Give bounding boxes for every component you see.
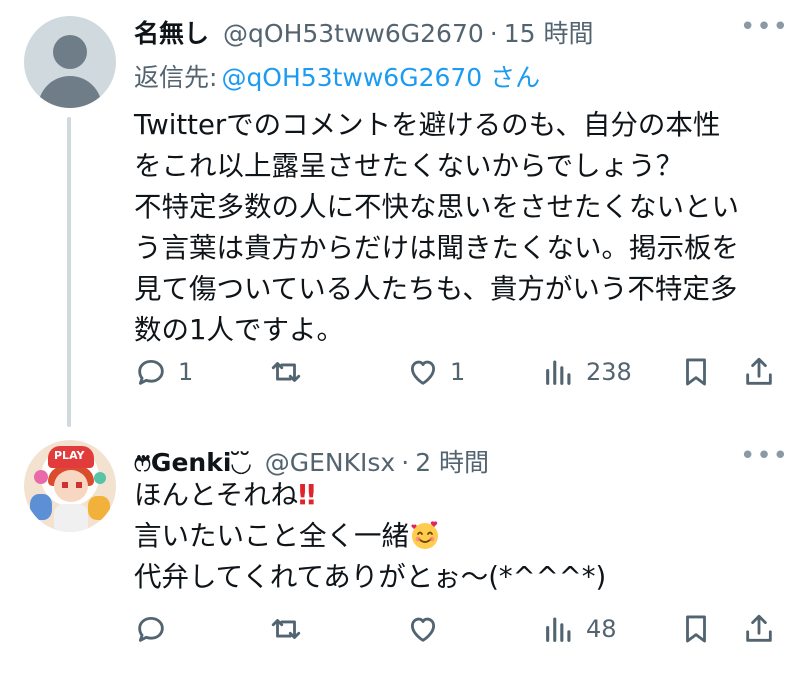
more-icon[interactable]: ••• [740, 12, 789, 42]
views-button[interactable]: 48 [542, 612, 617, 646]
bookmark-icon [686, 358, 706, 386]
reply-count: 1 [178, 358, 194, 386]
avatar-decoration [62, 482, 82, 488]
tweet-text-segment: ほんとそれね [134, 479, 299, 511]
post-time[interactable]: 15 時間 [504, 14, 594, 50]
tweet-2-actions: 48 [134, 612, 774, 652]
reply-button[interactable]: 1 [134, 355, 193, 389]
thread-connector-line [67, 117, 71, 427]
avatar-decoration [94, 472, 106, 484]
tweet-text-line: Twitterでのコメントを避けるのも、自分の本性 [134, 109, 721, 141]
author-handle[interactable]: @qOH53tww6G2670 [223, 19, 484, 48]
author-handle[interactable]: @GENKIsx [265, 448, 395, 477]
avatar-decoration [30, 494, 52, 520]
tweet-2-text: ほんとそれね‼ 言いたいこと全く一緒 代弁してくれてありがとぉ〜(*^^^*) [134, 475, 606, 598]
view-count: 48 [586, 615, 617, 643]
tweet-text-line: 代弁してくれてありがとぉ〜(*^^^*) [134, 561, 607, 593]
share-button[interactable] [742, 612, 776, 646]
double-exclamation-emoji: ‼ [298, 479, 315, 511]
avatar-decoration [88, 496, 110, 520]
tweet-text-line: ほんとそれね‼ [134, 475, 606, 516]
reply-button[interactable] [134, 612, 178, 646]
retweet-button[interactable] [269, 355, 313, 389]
retweet-button[interactable] [269, 612, 313, 646]
views-button[interactable]: 238 [542, 355, 632, 389]
default-avatar[interactable] [24, 16, 116, 108]
tweet-text-line: 言いたいこと全く一緒 [134, 516, 606, 557]
user-avatar[interactable]: PLAY [24, 440, 116, 532]
reply-icon [138, 359, 164, 385]
heart-icon [410, 617, 436, 642]
tweet-1-header: 名無し @qOH53tww6G2670 · 15 時間 [134, 14, 594, 50]
avatar-decoration [54, 504, 88, 532]
smiling-face-with-hearts-emoji [411, 521, 438, 549]
tweet-text-line: 不特定多数の人に不快な思いをさせたくないとい [134, 191, 739, 223]
reply-to-handle-link[interactable]: @qOH53tww6G2670 さん [221, 63, 540, 92]
retweet-icon [271, 362, 301, 382]
reply-to-label: 返信先: [134, 63, 218, 92]
avatar-badge-text: PLAY [54, 449, 85, 462]
reply-to-line: 返信先: @qOH53tww6G2670 さん [134, 58, 540, 94]
more-icon[interactable]: ••• [740, 441, 789, 471]
reply-icon [138, 616, 164, 642]
view-count: 238 [586, 358, 632, 386]
retweet-icon [271, 619, 301, 639]
tweet-text-segment: 言いたいこと全く一緒 [134, 520, 409, 552]
tweet-text-line: 見て傷ついている人たちも、貴方がいう不特定多 [134, 273, 738, 305]
tweet-1-actions: 1 1 238 [134, 355, 774, 395]
separator-dot: · [401, 448, 410, 477]
avatar-body-shape [38, 76, 102, 108]
like-button[interactable] [406, 612, 450, 646]
views-icon [546, 617, 571, 642]
bookmark-button[interactable] [679, 355, 713, 389]
post-time[interactable]: 2 時間 [415, 443, 489, 479]
share-button[interactable] [742, 355, 776, 389]
like-count: 1 [450, 358, 466, 386]
tweet-text-line: う言葉は貴方からだけは聞きたくない。掲示板を [134, 232, 739, 264]
bookmark-icon [686, 615, 706, 643]
tweet-text-line: 数の1人ですよ。 [134, 314, 344, 346]
avatar-head-shape [53, 35, 87, 69]
bookmark-button[interactable] [679, 612, 713, 646]
author-name[interactable]: ෆ⃛Genki◟̆◞̆ [134, 448, 251, 478]
tweet-1-text: Twitterでのコメントを避けるのも、自分の本性 をこれ以上露呈させたくないか… [134, 105, 739, 351]
author-name[interactable]: 名無し [134, 14, 209, 50]
views-icon [546, 360, 571, 385]
avatar-decoration [34, 470, 48, 484]
share-icon [746, 357, 772, 385]
heart-icon [410, 360, 436, 385]
tweet-2-header: ෆ⃛Genki◟̆◞̆ @GENKIsx · 2 時間 [134, 443, 489, 479]
tweet-text-line: をこれ以上露呈させたくないからでしょう？ [134, 150, 684, 182]
separator-dot: · [489, 19, 498, 48]
like-button[interactable]: 1 [406, 355, 465, 389]
share-icon [746, 614, 772, 642]
